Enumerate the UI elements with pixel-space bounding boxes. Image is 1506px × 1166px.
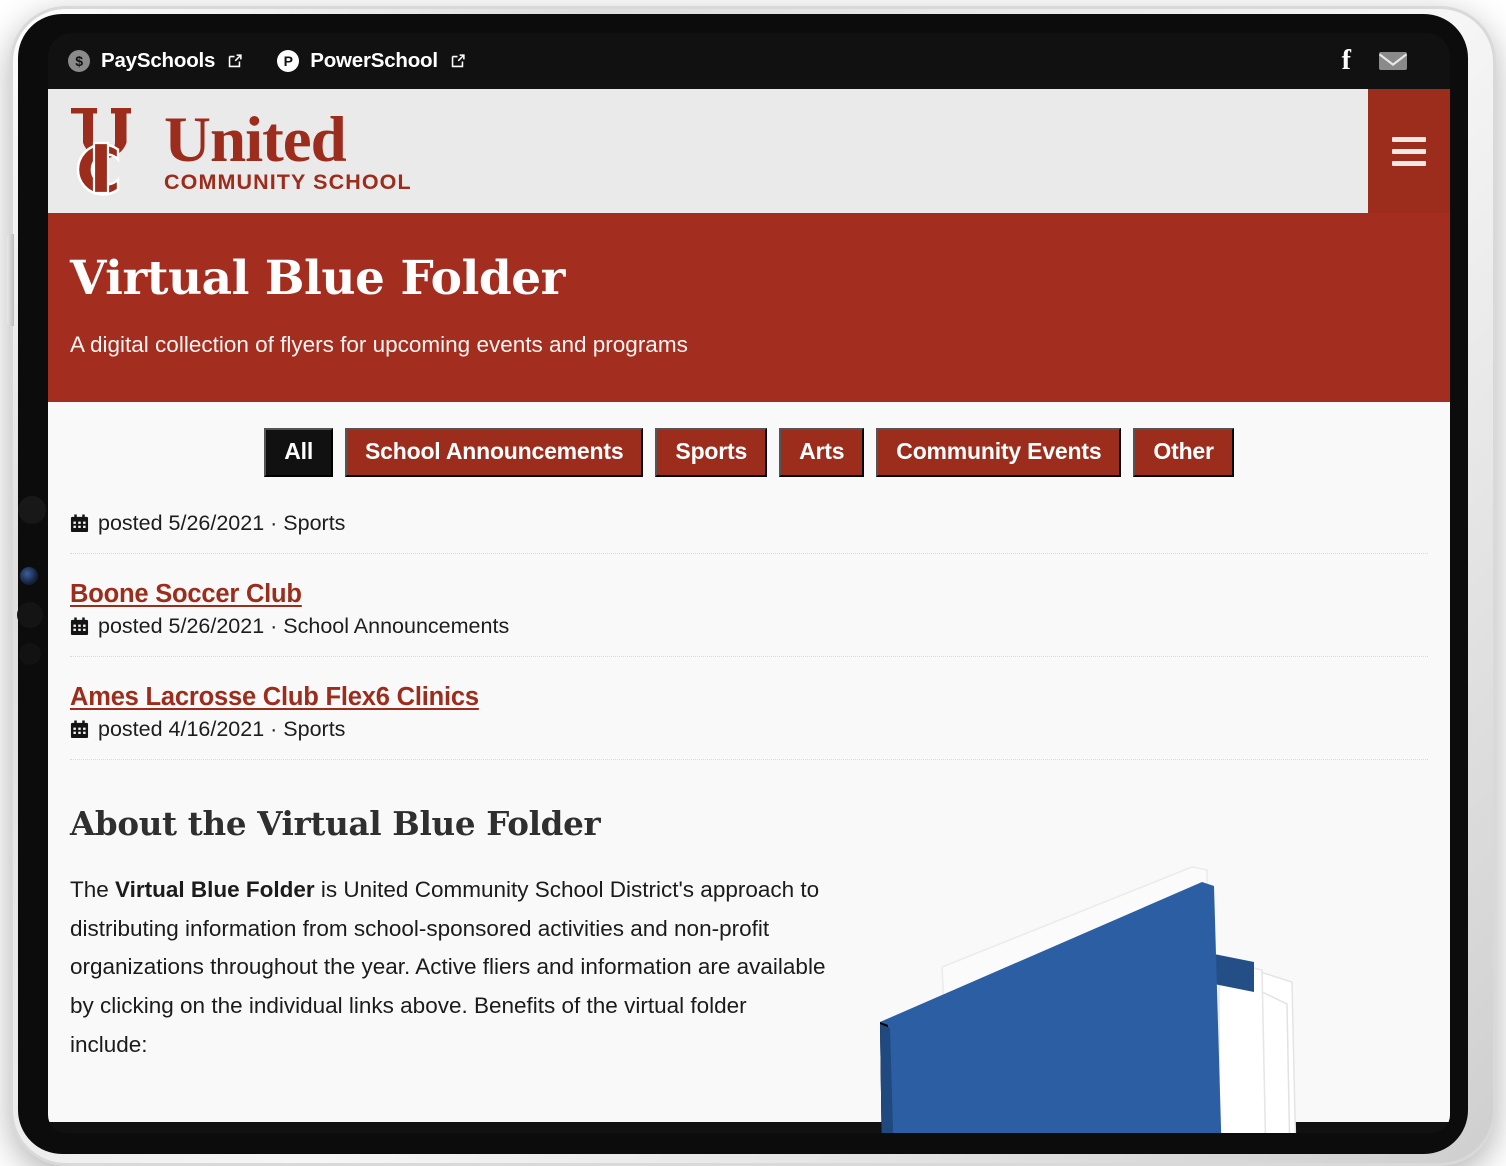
external-link-icon [451, 53, 465, 67]
social-links: f [1342, 47, 1414, 75]
site-header: United COMMUNITY SCHOOL [48, 89, 1450, 213]
site-logo[interactable]: United COMMUNITY SCHOOL [48, 103, 412, 199]
menu-icon-line [1392, 148, 1426, 154]
list-item: Boone Soccer Club posted 5/26/2021 · Sch… [70, 580, 1428, 657]
payschools-link[interactable]: $ PaySchools [68, 49, 243, 73]
page-hero: Virtual Blue Folder A digital collection… [48, 213, 1450, 402]
list-item: posted 5/26/2021 · Sports [70, 511, 1428, 554]
about-para-rest: is United Community School District's ap… [70, 877, 826, 1057]
device-camera-sensor [18, 496, 46, 524]
powerschool-circle-icon: P [277, 50, 300, 72]
entry-meta-text: posted 5/26/2021 · Sports [98, 511, 346, 535]
payschools-label: PaySchools [101, 49, 216, 72]
entry-meta: posted 5/26/2021 · School Announcements [70, 614, 1428, 639]
entry-title-link[interactable]: Boone Soccer Club [70, 580, 1428, 609]
calendar-icon [70, 720, 89, 739]
utility-bar: $ PaySchools P PowerSchool f [48, 33, 1450, 89]
uc-monogram-icon [71, 108, 131, 196]
page-title: Virtual Blue Folder [70, 251, 565, 306]
main-content: All School Announcements Sports Arts Com… [48, 402, 1450, 1133]
filter-chip-school-announcements[interactable]: School Announcements [345, 428, 644, 477]
powerschool-label: PowerSchool [310, 49, 438, 72]
filter-chip-all[interactable]: All [264, 428, 334, 477]
filter-chip-arts[interactable]: Arts [779, 428, 865, 477]
external-link-icon [228, 53, 242, 67]
dollar-circle-icon: $ [68, 50, 90, 72]
device-front-camera [20, 567, 38, 585]
menu-icon-line [1392, 136, 1426, 142]
calendar-icon [70, 617, 89, 636]
about-para-lead: The [70, 877, 116, 902]
list-item: Ames Lacrosse Club Flex6 Clinics posted … [70, 683, 1428, 760]
wordmark-main: United [164, 103, 347, 176]
hamburger-menu-button[interactable] [1368, 89, 1450, 213]
calendar-icon [70, 514, 89, 533]
powerschool-link[interactable]: P PowerSchool [277, 49, 466, 73]
device-side-button[interactable] [7, 234, 14, 326]
category-filter-row: All School Announcements Sports Arts Com… [70, 428, 1428, 477]
filter-chip-other[interactable]: Other [1133, 428, 1234, 477]
tablet-screen: $ PaySchools P PowerSchool f United COMM… [48, 33, 1450, 1133]
email-icon[interactable] [1378, 49, 1408, 73]
entry-title-link[interactable]: Ames Lacrosse Club Flex6 Clinics [70, 683, 1428, 712]
page-subtitle: A digital collection of flyers for upcom… [70, 332, 688, 357]
entry-meta-text: posted 4/16/2021 · Sports [98, 717, 346, 741]
about-section: About the Virtual Blue Folder The Virtua… [70, 804, 1428, 1064]
about-para-bold: Virtual Blue Folder [115, 877, 315, 902]
wordmark-sub: COMMUNITY SCHOOL [164, 170, 412, 195]
entry-meta-text: posted 5/26/2021 · School Announcements [98, 614, 510, 638]
device-sensor-dot-small [19, 643, 41, 665]
menu-icon-line [1392, 160, 1426, 166]
filter-chip-community-events[interactable]: Community Events [876, 428, 1122, 477]
entry-meta: posted 5/26/2021 · Sports [70, 511, 1428, 536]
site-wordmark: United COMMUNITY SCHOOL [164, 103, 412, 195]
device-sensor-dot [17, 602, 43, 628]
entry-meta: posted 4/16/2021 · Sports [70, 717, 1428, 742]
filter-chip-sports[interactable]: Sports [655, 428, 768, 477]
about-paragraph: The Virtual Blue Folder is United Commun… [70, 871, 830, 1064]
facebook-icon[interactable]: f [1342, 47, 1351, 75]
about-heading: About the Virtual Blue Folder [70, 804, 601, 843]
